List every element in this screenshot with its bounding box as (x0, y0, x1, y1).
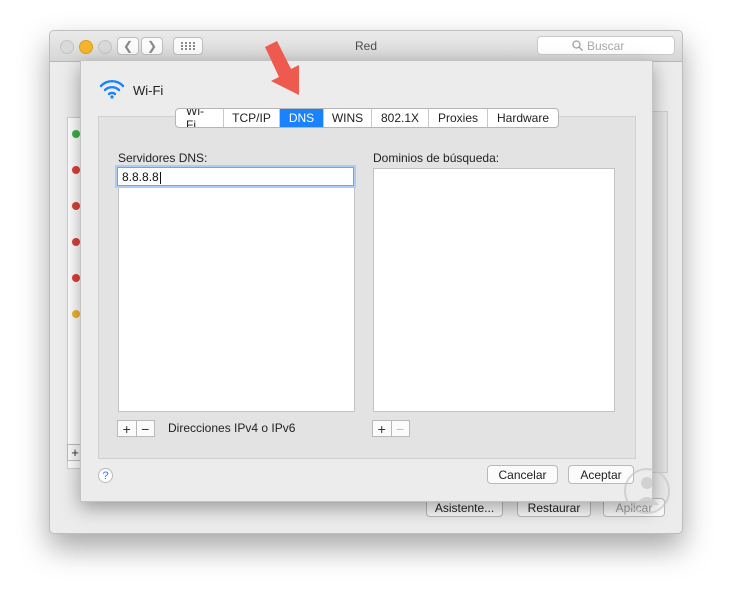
remove-dns-button[interactable]: − (137, 421, 155, 437)
tab-dns[interactable]: DNS (280, 109, 324, 127)
dns-server-entry-text: 8.8.8.8 (122, 170, 159, 184)
settings-tabs: Wi-Fi TCP/IP DNS WINS 802.1X Proxies Har… (175, 108, 559, 128)
pointer-arrow-icon (265, 41, 299, 95)
logo-watermark-icon (624, 468, 670, 514)
help-button[interactable]: ? (98, 468, 113, 483)
remove-domain-button[interactable]: − (392, 421, 410, 437)
status-dot (72, 238, 80, 246)
tab-tcpip[interactable]: TCP/IP (224, 109, 280, 127)
dns-add-remove-control: + − (117, 420, 155, 437)
text-caret (159, 171, 161, 184)
wifi-icon (99, 80, 125, 99)
add-domain-button[interactable]: + (373, 421, 392, 437)
tab-8021x[interactable]: 802.1X (372, 109, 429, 127)
tab-wins[interactable]: WINS (324, 109, 372, 127)
status-dot (72, 166, 80, 174)
dns-address-hint: Direcciones IPv4 o IPv6 (168, 421, 296, 435)
details-panel-edge (652, 111, 668, 473)
title-bar: ❮ ❯ Red Buscar (50, 31, 682, 62)
tab-wifi[interactable]: Wi-Fi (176, 109, 224, 127)
dns-servers-label: Servidores DNS: (118, 151, 208, 165)
add-dns-button[interactable]: + (118, 421, 137, 437)
search-placeholder: Buscar (587, 38, 625, 53)
status-dot (72, 274, 80, 282)
search-domains-list[interactable] (373, 168, 615, 412)
search-field[interactable]: Buscar (537, 36, 675, 55)
domain-add-remove-control: + − (372, 420, 410, 437)
search-icon (572, 40, 583, 51)
tab-proxies[interactable]: Proxies (429, 109, 488, 127)
search-domains-label: Dominios de búsqueda: (373, 151, 500, 165)
interface-label: Wi-Fi (133, 83, 164, 98)
dns-server-entry-input[interactable]: 8.8.8.8 (117, 167, 354, 186)
status-dot (72, 130, 80, 138)
dns-servers-list[interactable] (118, 166, 355, 412)
tab-hardware[interactable]: Hardware (488, 109, 558, 127)
advanced-settings-sheet: Wi-Fi Servidores DNS: Dominios de búsque… (80, 41, 653, 502)
status-dot (72, 310, 80, 318)
cancel-button[interactable]: Cancelar (487, 465, 558, 484)
status-dot (72, 202, 80, 210)
